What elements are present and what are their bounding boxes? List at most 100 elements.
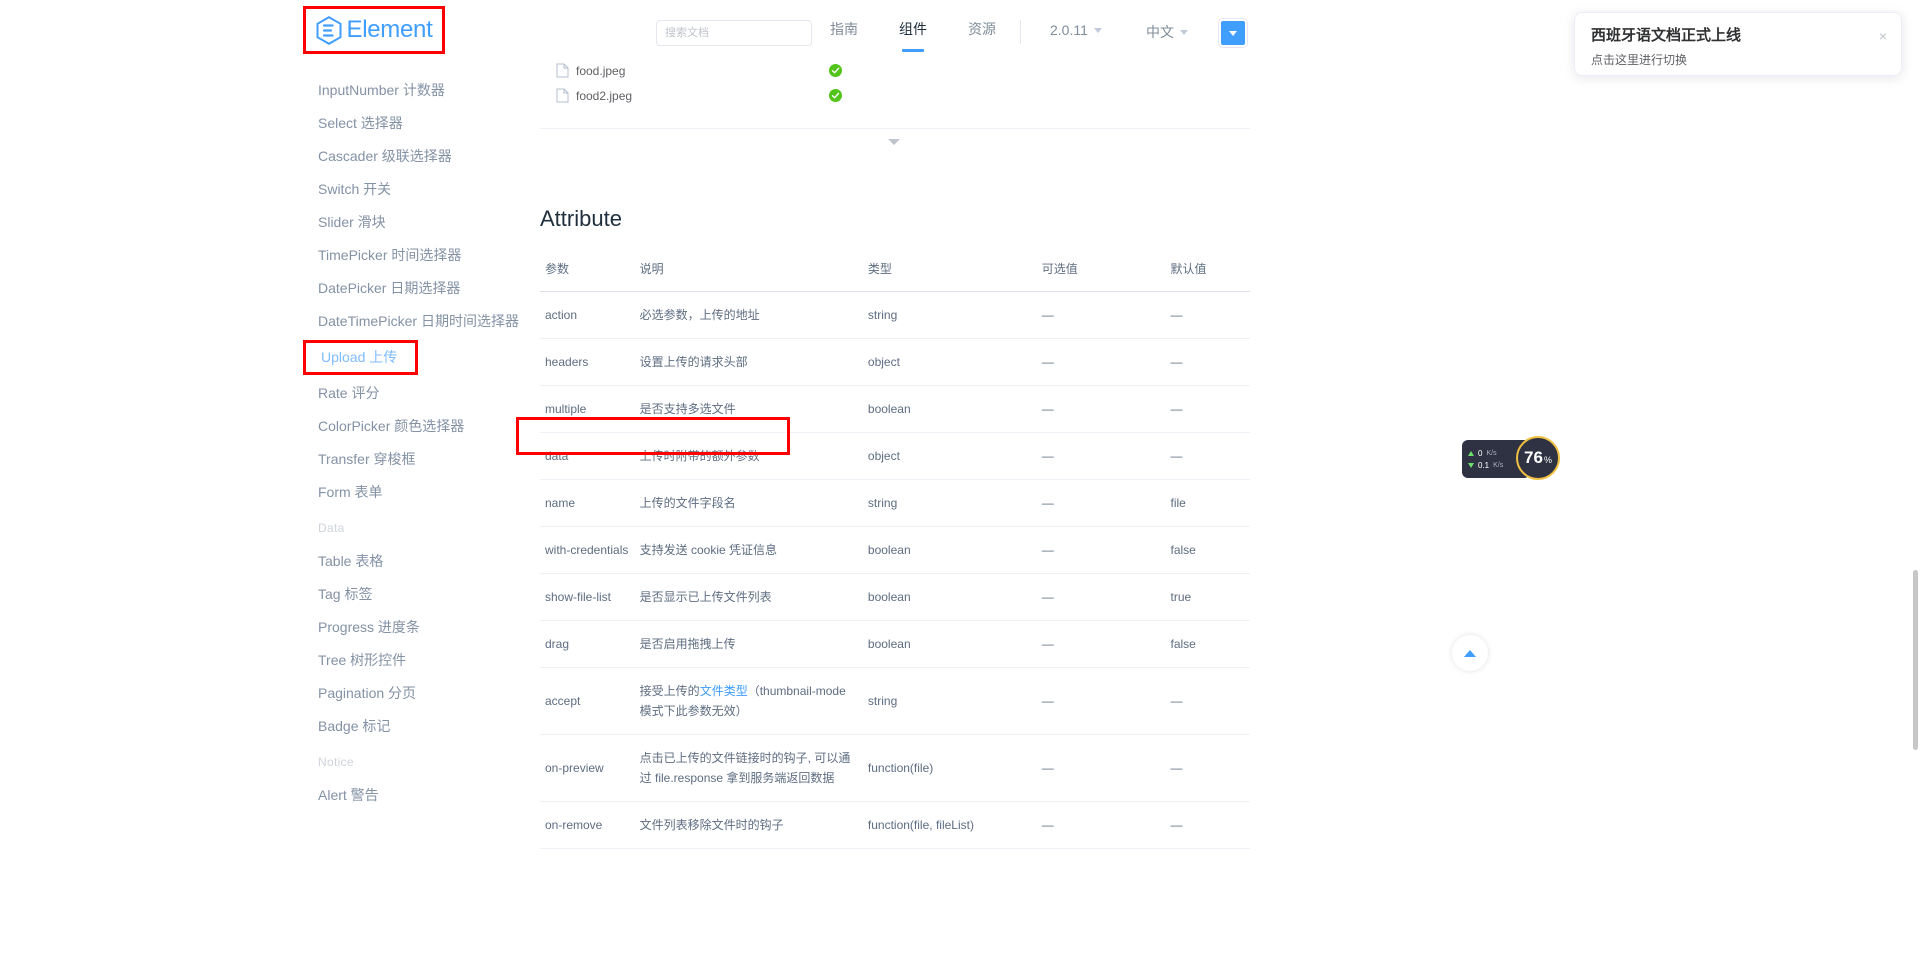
cell-type: function(file) xyxy=(867,734,1042,802)
cell-default: — xyxy=(1170,667,1250,735)
sidebar-item-form[interactable]: Form 表单 xyxy=(300,476,540,509)
cell-default: — xyxy=(1170,432,1250,480)
cell-type: string xyxy=(867,291,1042,339)
cell-desc: 是否启用拖拽上传 xyxy=(639,620,868,668)
cpu-usage-value: 76 xyxy=(1524,448,1543,467)
element-logo-icon xyxy=(316,15,342,45)
cell-desc: 设置上传的请求头部 xyxy=(639,338,868,386)
cell-desc: 是否显示已上传文件列表 xyxy=(639,573,868,621)
arrow-down-icon xyxy=(1468,462,1474,468)
file-type-link[interactable]: 文件类型 xyxy=(700,684,748,698)
table-row: headers 设置上传的请求头部 object — — xyxy=(540,338,1250,386)
sidebar-item-upload[interactable]: Upload 上传 xyxy=(321,349,397,366)
cell-param: headers xyxy=(540,338,640,386)
page-root: Element 指南 组件 资源 2.0.11 中文 西班牙语文档正式上线 点击… xyxy=(0,0,1920,969)
attribute-table: 参数 说明 类型 可选值 默认值 action 必选参数，上传的地址 strin… xyxy=(540,250,1250,849)
cell-desc: 支持发送 cookie 凭证信息 xyxy=(639,526,868,574)
arrow-up-icon xyxy=(1464,649,1476,657)
table-row-data-highlighted: data 上传时附带的额外参数 object — — xyxy=(540,432,1250,480)
sidebar-group-notice: Notice xyxy=(318,755,354,769)
sidebar-item-select[interactable]: Select 选择器 xyxy=(300,107,540,140)
table-row: on-preview 点击已上传的文件链接时的钩子, 可以通过 file.res… xyxy=(540,734,1250,802)
cell-default: — xyxy=(1170,734,1250,802)
sidebar-item-rate[interactable]: Rate 评分 xyxy=(300,377,540,410)
sidebar-item-badge[interactable]: Badge 标记 xyxy=(300,710,540,743)
column-header-type: 类型 xyxy=(867,250,1042,292)
cell-type: boolean xyxy=(867,620,1042,668)
cpu-usage-badge: 76 % xyxy=(1516,436,1560,480)
cell-options: — xyxy=(1041,667,1171,735)
network-upload-unit: K/s xyxy=(1486,449,1497,457)
cell-param: multiple xyxy=(540,385,640,433)
logo-text: Element xyxy=(346,16,433,43)
table-header-row: 参数 说明 类型 可选值 默认值 xyxy=(540,250,1250,292)
success-check-icon xyxy=(829,64,842,77)
sidebar-item-slider[interactable]: Slider 滑块 xyxy=(300,206,540,239)
cell-param: drag xyxy=(540,620,640,668)
sidebar-item-inputnumber[interactable]: InputNumber 计数器 xyxy=(300,74,540,107)
network-upload-value: 0 xyxy=(1478,448,1483,458)
cell-type: boolean xyxy=(867,573,1042,621)
demo-expand-bar[interactable] xyxy=(540,128,1250,166)
cell-options: — xyxy=(1041,801,1171,849)
column-header-default: 默认值 xyxy=(1170,250,1250,292)
notification-toast[interactable]: 西班牙语文档正式上线 点击这里进行切换 × xyxy=(1574,12,1902,76)
table-row: with-credentials 支持发送 cookie 凭证信息 boolea… xyxy=(540,526,1250,574)
cell-options: — xyxy=(1041,573,1171,621)
list-item[interactable]: food2.jpeg xyxy=(540,83,1250,108)
cell-type: object xyxy=(867,432,1042,480)
cell-default: true xyxy=(1170,573,1250,621)
cell-param: show-file-list xyxy=(540,573,640,621)
cell-default: — xyxy=(1170,385,1250,433)
cell-options: — xyxy=(1041,479,1171,527)
cell-type: string xyxy=(867,479,1042,527)
component-sidebar: InputNumber 计数器 Select 选择器 Cascader 级联选择… xyxy=(300,66,540,969)
sidebar-item-colorpicker[interactable]: ColorPicker 颜色选择器 xyxy=(300,410,540,443)
cell-type: string xyxy=(867,667,1042,735)
sidebar-item-pagination[interactable]: Pagination 分页 xyxy=(300,677,540,710)
upload-file-list: food.jpeg food2.jpeg xyxy=(540,58,1250,166)
cell-options: — xyxy=(1041,734,1171,802)
page-scrollbar[interactable] xyxy=(1913,570,1918,750)
document-icon xyxy=(556,63,569,78)
file-name: food2.jpeg xyxy=(576,88,633,103)
cell-desc: 必选参数，上传的地址 xyxy=(639,291,868,339)
close-icon[interactable]: × xyxy=(1879,29,1887,43)
sidebar-item-tree[interactable]: Tree 树形控件 xyxy=(300,644,540,677)
table-row: accept 接受上传的文件类型（thumbnail-mode 模式下此参数无效… xyxy=(540,667,1250,735)
chevron-down-icon[interactable] xyxy=(888,139,900,145)
cell-options: — xyxy=(1041,432,1171,480)
table-row: drag 是否启用拖拽上传 boolean — false xyxy=(540,620,1250,668)
cell-default: false xyxy=(1170,620,1250,668)
cell-default: false xyxy=(1170,526,1250,574)
cell-type: function(file, fileList) xyxy=(867,801,1042,849)
sidebar-item-tag[interactable]: Tag 标签 xyxy=(300,578,540,611)
sidebar-item-datetimepicker[interactable]: DateTimePicker 日期时间选择器 xyxy=(300,305,540,338)
table-row: on-remove 文件列表移除文件时的钩子 function(file, fi… xyxy=(540,801,1250,849)
notification-body[interactable]: 点击这里进行切换 xyxy=(1591,52,1885,68)
cell-type: boolean xyxy=(867,526,1042,574)
list-item[interactable]: food.jpeg xyxy=(540,58,1250,83)
sidebar-item-progress[interactable]: Progress 进度条 xyxy=(300,611,540,644)
sidebar-item-datepicker[interactable]: DatePicker 日期选择器 xyxy=(300,272,540,305)
cell-options: — xyxy=(1041,385,1171,433)
column-header-param: 参数 xyxy=(540,250,640,292)
sidebar-item-cascader[interactable]: Cascader 级联选择器 xyxy=(300,140,540,173)
column-header-desc: 说明 xyxy=(639,250,868,292)
cell-desc: 上传时附带的额外参数 xyxy=(639,432,868,480)
table-row: action 必选参数，上传的地址 string — — xyxy=(540,291,1250,339)
sidebar-item-transfer[interactable]: Transfer 穿梭框 xyxy=(300,443,540,476)
cell-param: on-remove xyxy=(540,801,640,849)
sidebar-item-timepicker[interactable]: TimePicker 时间选择器 xyxy=(300,239,540,272)
cell-options: — xyxy=(1041,338,1171,386)
cell-options: — xyxy=(1041,291,1171,339)
sidebar-item-table[interactable]: Table 表格 xyxy=(300,545,540,578)
cell-param: on-preview xyxy=(540,734,640,802)
cell-desc: 文件列表移除文件时的钩子 xyxy=(639,801,868,849)
sidebar-item-alert[interactable]: Alert 警告 xyxy=(300,779,540,812)
cell-default: — xyxy=(1170,801,1250,849)
site-logo[interactable]: Element xyxy=(316,15,433,45)
back-to-top-button[interactable] xyxy=(1452,635,1488,671)
cell-param: with-credentials xyxy=(540,526,640,574)
sidebar-item-switch[interactable]: Switch 开关 xyxy=(300,173,540,206)
